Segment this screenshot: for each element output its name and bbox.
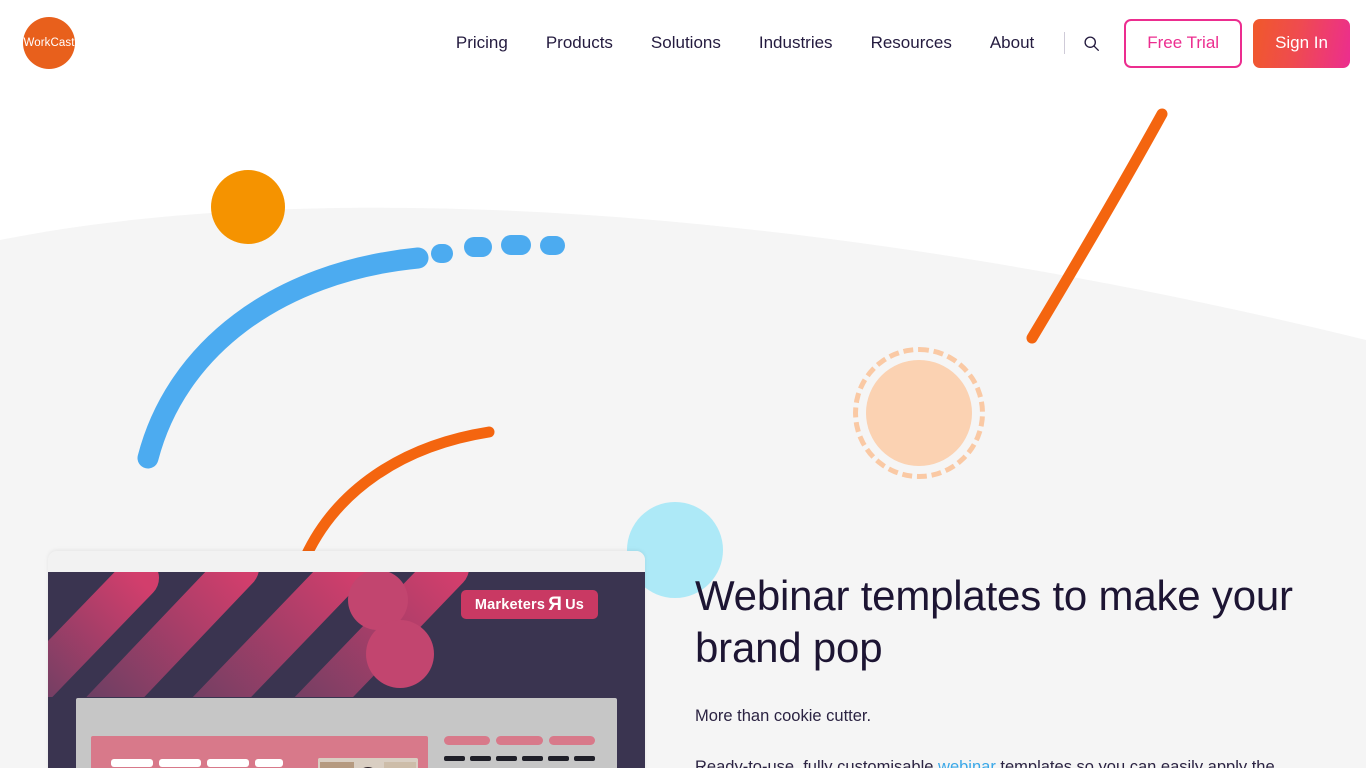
site-header: WorkCast Pricing Products Solutions Indu…	[0, 0, 1366, 86]
nav-link-resources[interactable]: Resources	[852, 33, 971, 53]
hero-lead-text: More than cookie cutter.	[695, 707, 872, 726]
laptop-mockup: Marketers R Us	[48, 551, 645, 768]
console-side-panel	[444, 736, 595, 768]
laptop-bezel	[48, 551, 645, 572]
console-main-panel	[91, 736, 428, 768]
marketers-r-us-badge: Marketers R Us	[460, 590, 598, 619]
nav-link-products[interactable]: Products	[527, 33, 632, 53]
main-navigation: Pricing Products Solutions Industries Re…	[437, 0, 1350, 86]
hero-body-after: templates so you can easily apply the	[995, 757, 1275, 768]
search-icon[interactable]	[1076, 28, 1106, 58]
hero-body-text: Ready-to-use, fully customisable webinar…	[695, 755, 1335, 768]
badge-reversed-r: R	[548, 594, 563, 615]
side-panel-tabs	[444, 736, 595, 745]
nav-link-pricing[interactable]: Pricing	[437, 33, 527, 53]
badge-text-left: Marketers	[474, 596, 546, 613]
landing-page: WorkCast Pricing Products Solutions Indu…	[0, 0, 1366, 768]
nav-link-industries[interactable]: Industries	[740, 33, 852, 53]
free-trial-button[interactable]: Free Trial	[1124, 18, 1243, 68]
webinar-link[interactable]: webinar	[938, 758, 996, 768]
hero-body-before: Ready-to-use, fully customisable	[695, 757, 939, 768]
sign-in-button[interactable]: Sign In	[1253, 18, 1350, 68]
placeholder-text-block	[111, 759, 311, 768]
workcast-logo[interactable]: WorkCast	[23, 17, 75, 69]
logo-label: WorkCast	[23, 37, 75, 49]
side-panel-text-rows	[444, 756, 595, 768]
hero-section: Webinar templates to make your brand pop…	[695, 570, 1335, 768]
badge-text-right: Us	[565, 596, 584, 613]
nav-link-about[interactable]: About	[971, 33, 1053, 53]
webinar-template-screen: Marketers R Us	[48, 572, 645, 768]
page-title: Webinar templates to make your brand pop	[695, 572, 1293, 672]
nav-link-solutions[interactable]: Solutions	[632, 33, 740, 53]
webinar-console	[76, 698, 617, 768]
nav-divider	[1064, 32, 1066, 54]
presenter-video-thumbnail	[318, 758, 418, 768]
